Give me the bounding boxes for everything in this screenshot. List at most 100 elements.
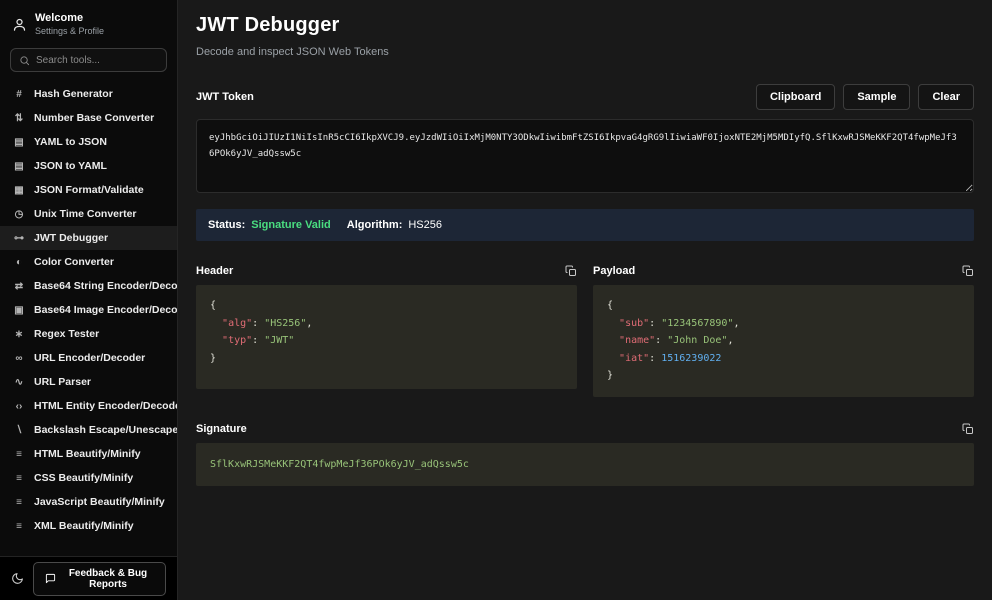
sidebar-item-backslash-escape-unescape[interactable]: ∖ Backslash Escape/Unescape <box>0 418 177 442</box>
payload-json-view: { "sub": "1234567890", "name": "John Doe… <box>593 285 974 397</box>
sample-button[interactable]: Sample <box>843 84 910 110</box>
key-icon: ⊶ <box>13 233 25 244</box>
sidebar-item-html-entity-encoder-decoder[interactable]: ‹› HTML Entity Encoder/Decoder <box>0 394 177 418</box>
feedback-button[interactable]: Feedback & Bug Reports <box>33 562 166 596</box>
profile-subtitle: Settings & Profile <box>35 26 104 36</box>
sidebar-item-label: Regex Tester <box>34 328 99 340</box>
sidebar-item-label: Base64 String Encoder/Decoder <box>34 280 177 292</box>
sidebar-item-label: HTML Entity Encoder/Decoder <box>34 400 177 412</box>
algorithm-value: HS256 <box>408 219 442 231</box>
document-icon: ▤ <box>13 137 25 148</box>
swap-vertical-icon: ⇅ <box>13 113 25 124</box>
search-box[interactable] <box>10 48 167 72</box>
sidebar-item-label: Number Base Converter <box>34 112 154 124</box>
sidebar-item-xml-beautify-minify[interactable]: ≡ XML Beautify/Minify <box>0 514 177 538</box>
main-content: JWT Debugger Decode and inspect JSON Web… <box>178 0 992 600</box>
token-section-header: JWT Token Clipboard Sample Clear <box>196 84 974 110</box>
signature-view: SflKxwRJSMeKKF2QT4fwpMeJf36POk6yJV_adQss… <box>196 443 974 487</box>
algorithm-label: Algorithm: <box>347 219 403 231</box>
sidebar-item-label: URL Parser <box>34 376 91 388</box>
code-icon: ≡ <box>13 521 25 532</box>
clipboard-button[interactable]: Clipboard <box>756 84 835 110</box>
feedback-label: Feedback & Bug Reports <box>62 568 154 590</box>
code-icon: ≡ <box>13 473 25 484</box>
sidebar-item-url-encoder-decoder[interactable]: ∞ URL Encoder/Decoder <box>0 346 177 370</box>
sidebar-item-label: HTML Beautify/Minify <box>34 448 141 460</box>
sidebar-item-label: Backslash Escape/Unescape <box>34 424 177 436</box>
jwt-token-input[interactable]: eyJhbGciOiJIUzI1NiIsInR5cCI6IkpXVCJ9.eyJ… <box>196 119 974 193</box>
sidebar-item-color-converter[interactable]: ◐ Color Converter <box>0 250 177 274</box>
sidebar-item-json-to-yaml[interactable]: ▤ JSON to YAML <box>0 154 177 178</box>
sidebar-item-label: XML Beautify/Minify <box>34 520 134 532</box>
code-icon: ≡ <box>13 497 25 508</box>
swap-horizontal-icon: ⇄ <box>13 281 25 292</box>
sidebar: Welcome Settings & Profile # Hash Generat… <box>0 0 178 600</box>
sidebar-item-label: Color Converter <box>34 256 114 268</box>
link-icon: ∞ <box>13 353 25 364</box>
search-icon <box>19 55 30 66</box>
sidebar-item-hash-generator[interactable]: # Hash Generator <box>0 82 177 106</box>
copy-icon[interactable] <box>962 423 974 435</box>
sidebar-item-label: JavaScript Beautify/Minify <box>34 496 165 508</box>
asterisk-icon: ∗ <box>13 329 25 340</box>
status-label: Status: <box>208 219 245 231</box>
page-subtitle: Decode and inspect JSON Web Tokens <box>196 46 974 58</box>
sidebar-footer: Feedback & Bug Reports <box>0 556 177 600</box>
user-icon <box>12 17 27 32</box>
sidebar-item-javascript-beautify-minify[interactable]: ≡ JavaScript Beautify/Minify <box>0 490 177 514</box>
sidebar-item-base64-string-encoder-decoder[interactable]: ⇄ Base64 String Encoder/Decoder <box>0 274 177 298</box>
code-icon: ≡ <box>13 449 25 460</box>
sidebar-item-label: Base64 Image Encoder/Decoder <box>34 304 177 316</box>
signature-value: SflKxwRJSMeKKF2QT4fwpMeJf36POk6yJV_adQss… <box>210 459 469 470</box>
header-panel: Header { "alg": "HS256", "typ": "JWT" } <box>196 265 577 397</box>
url-parse-icon: ∿ <box>13 377 25 388</box>
clear-button[interactable]: Clear <box>918 84 974 110</box>
jwt-token-label: JWT Token <box>196 91 254 103</box>
sidebar-item-base64-image-encoder-decoder[interactable]: ▣ Base64 Image Encoder/Decoder <box>0 298 177 322</box>
sidebar-item-jwt-debugger[interactable]: ⊶ JWT Debugger <box>0 226 177 250</box>
theme-toggle-icon[interactable] <box>11 572 24 585</box>
sidebar-item-label: Unix Time Converter <box>34 208 137 220</box>
profile-title: Welcome <box>35 12 104 24</box>
header-json-view: { "alg": "HS256", "typ": "JWT" } <box>196 285 577 389</box>
header-panel-title: Header <box>196 265 233 277</box>
chat-icon <box>45 573 56 584</box>
sidebar-item-label: JWT Debugger <box>34 232 108 244</box>
search-input[interactable] <box>36 55 158 66</box>
signature-label: Signature <box>196 423 247 435</box>
sidebar-item-label: JSON Format/Validate <box>34 184 144 196</box>
page-title: JWT Debugger <box>196 14 974 37</box>
decoded-panels: Header { "alg": "HS256", "typ": "JWT" } … <box>196 265 974 397</box>
copy-icon[interactable] <box>565 265 577 277</box>
document-check-icon: ▦ <box>13 185 25 196</box>
slash-icon: ∖ <box>13 425 25 436</box>
palette-icon: ◐ <box>13 257 25 268</box>
sidebar-item-json-format-validate[interactable]: ▦ JSON Format/Validate <box>0 178 177 202</box>
sidebar-item-unix-time-converter[interactable]: ◷ Unix Time Converter <box>0 202 177 226</box>
sidebar-item-yaml-to-json[interactable]: ▤ YAML to JSON <box>0 130 177 154</box>
sidebar-tool-list: # Hash Generator ⇅ Number Base Converter ▤ YA… <box>0 82 177 556</box>
copy-icon[interactable] <box>962 265 974 277</box>
payload-panel-title: Payload <box>593 265 635 277</box>
sidebar-item-label: CSS Beautify/Minify <box>34 472 133 484</box>
document-icon: ▤ <box>13 161 25 172</box>
hash-icon: # <box>13 89 25 100</box>
sidebar-item-regex-tester[interactable]: ∗ Regex Tester <box>0 322 177 346</box>
payload-panel: Payload { "sub": "1234567890", "name": "… <box>593 265 974 397</box>
token-actions: Clipboard Sample Clear <box>756 84 974 110</box>
angle-brackets-icon: ‹› <box>13 401 25 412</box>
sidebar-item-label: URL Encoder/Decoder <box>34 352 145 364</box>
signature-panel: Signature SflKxwRJSMeKKF2QT4fwpMeJf36POk… <box>196 423 974 487</box>
sidebar-item-label: YAML to JSON <box>34 136 107 148</box>
image-icon: ▣ <box>13 305 25 316</box>
sidebar-item-html-beautify-minify[interactable]: ≡ HTML Beautify/Minify <box>0 442 177 466</box>
status-value: Signature Valid <box>251 219 330 231</box>
sidebar-item-css-beautify-minify[interactable]: ≡ CSS Beautify/Minify <box>0 466 177 490</box>
sidebar-item-number-base-converter[interactable]: ⇅ Number Base Converter <box>0 106 177 130</box>
sidebar-item-url-parser[interactable]: ∿ URL Parser <box>0 370 177 394</box>
status-bar: Status: Signature Valid Algorithm: HS256 <box>196 209 974 241</box>
sidebar-item-label: Hash Generator <box>34 88 113 100</box>
sidebar-item-label: JSON to YAML <box>34 160 107 172</box>
clock-icon: ◷ <box>13 209 25 220</box>
profile-section[interactable]: Welcome Settings & Profile <box>0 0 177 46</box>
